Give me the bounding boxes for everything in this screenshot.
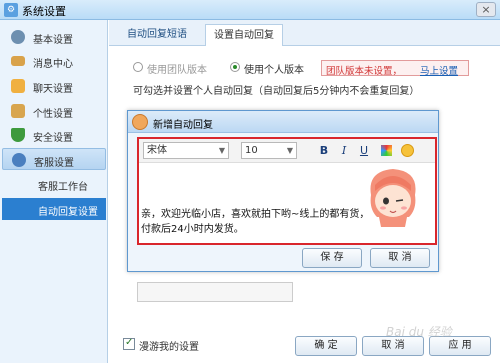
- sidebar-item-label: 聊天设置: [33, 84, 73, 95]
- italic-button[interactable]: I: [337, 143, 351, 158]
- personal-version-label: 使用个人版本: [244, 65, 304, 76]
- new-auto-reply-dialog: 新增自动回复 宋体 ▼ 10 ▼ B I U 亲，欢迎光临小店，喜欢就拍下哟~线…: [127, 110, 439, 272]
- envelope-icon: [11, 56, 25, 66]
- close-button[interactable]: ×: [476, 2, 496, 17]
- sidebar-item-label: 客服设置: [34, 158, 74, 169]
- dialog-title-bar: 新增自动回复: [128, 111, 438, 133]
- reply-line-2: 付款后24小时内发货。: [141, 224, 244, 235]
- watermark: Bai du 经验: [386, 325, 452, 339]
- sidebar-item-label: 安全设置: [33, 133, 73, 144]
- gear-icon: [11, 30, 25, 44]
- sidebar-item-security[interactable]: 安全设置: [2, 124, 106, 146]
- sidebar-item-label: 个性设置: [33, 109, 73, 120]
- format-toolbar: 宋体 ▼ 10 ▼ B I U: [139, 139, 435, 163]
- roaming-checkbox[interactable]: [123, 337, 135, 350]
- color-picker-icon[interactable]: [381, 145, 392, 156]
- mascot-image: [370, 169, 416, 227]
- sidebar-item-messages[interactable]: 消息中心: [2, 50, 106, 72]
- ok-button[interactable]: 确 定: [295, 336, 357, 356]
- sidebar-item-customer-service[interactable]: 客服设置: [2, 148, 106, 170]
- reply-list-field: [137, 282, 293, 302]
- setup-now-link[interactable]: 马上设置: [420, 63, 458, 77]
- dialog-cancel-button[interactable]: 取 消: [370, 248, 430, 268]
- sidebar-sub-auto-reply[interactable]: 自动回复设置: [2, 198, 106, 220]
- font-size-value: 10: [245, 145, 258, 156]
- font-family-select[interactable]: 宋体 ▼: [143, 142, 229, 159]
- window-title: 系统设置: [22, 5, 66, 18]
- team-version-label: 使用团队版本: [147, 65, 207, 76]
- chat-icon: [11, 79, 25, 93]
- title-bar: ⚙ 系统设置 ×: [0, 0, 500, 20]
- sidebar-item-personal[interactable]: 个性设置: [2, 100, 106, 122]
- sidebar-sub-label: 客服工作台: [38, 182, 88, 193]
- underline-button[interactable]: U: [357, 143, 371, 158]
- chevron-down-icon: ▼: [218, 146, 225, 155]
- tab-auto-reply-settings[interactable]: 设置自动回复: [205, 24, 283, 46]
- sidebar-item-label: 基本设置: [33, 35, 73, 46]
- warning-text: 团队版本未设置，: [326, 66, 403, 77]
- tab-bar: 自动回复短语 设置自动回复: [109, 20, 500, 46]
- team-warning: 团队版本未设置， 马上设置: [321, 60, 469, 77]
- team-version-radio[interactable]: [133, 62, 143, 72]
- app-icon: ⚙: [4, 3, 18, 17]
- bold-button[interactable]: B: [317, 143, 331, 158]
- personal-version-radio[interactable]: [230, 62, 240, 72]
- emoji-icon[interactable]: [401, 144, 414, 157]
- mascot-icon: [132, 114, 148, 130]
- user-service-icon: [12, 153, 26, 167]
- auto-reply-hint: 可勾选并设置个人自动回复（自动回复后5分钟内不会重复回复）: [133, 86, 420, 97]
- reply-line-1: 亲，欢迎光临小店，喜欢就拍下哟~线上的都有货，: [141, 209, 370, 220]
- sidebar-item-chat[interactable]: 聊天设置: [2, 75, 106, 97]
- shield-icon: [11, 128, 25, 142]
- sidebar-item-label: 消息中心: [33, 59, 73, 70]
- roaming-label: 漫游我的设置: [139, 342, 199, 353]
- reply-editor[interactable]: 宋体 ▼ 10 ▼ B I U 亲，欢迎光临小店，喜欢就拍下哟~线上的都有货， …: [137, 137, 437, 245]
- dialog-title: 新增自动回复: [153, 120, 213, 131]
- font-size-select[interactable]: 10 ▼: [241, 142, 297, 159]
- sidebar-sub-workbench[interactable]: 客服工作台: [2, 173, 106, 195]
- sidebar-sub-label: 自动回复设置: [38, 207, 98, 218]
- font-family-value: 宋体: [147, 145, 167, 156]
- sidebar-item-basic[interactable]: 基本设置: [2, 26, 106, 48]
- document-icon: [11, 104, 25, 118]
- reply-content: 亲，欢迎光临小店，喜欢就拍下哟~线上的都有货， 付款后24小时内发货。: [141, 207, 371, 237]
- save-button[interactable]: 保 存: [302, 248, 362, 268]
- sidebar: 基本设置 消息中心 聊天设置 个性设置 安全设置 客服设置 客服工作台 自动回复…: [0, 20, 108, 363]
- tab-auto-reply-phrases[interactable]: 自动回复短语: [119, 24, 195, 46]
- chevron-down-icon: ▼: [286, 146, 293, 155]
